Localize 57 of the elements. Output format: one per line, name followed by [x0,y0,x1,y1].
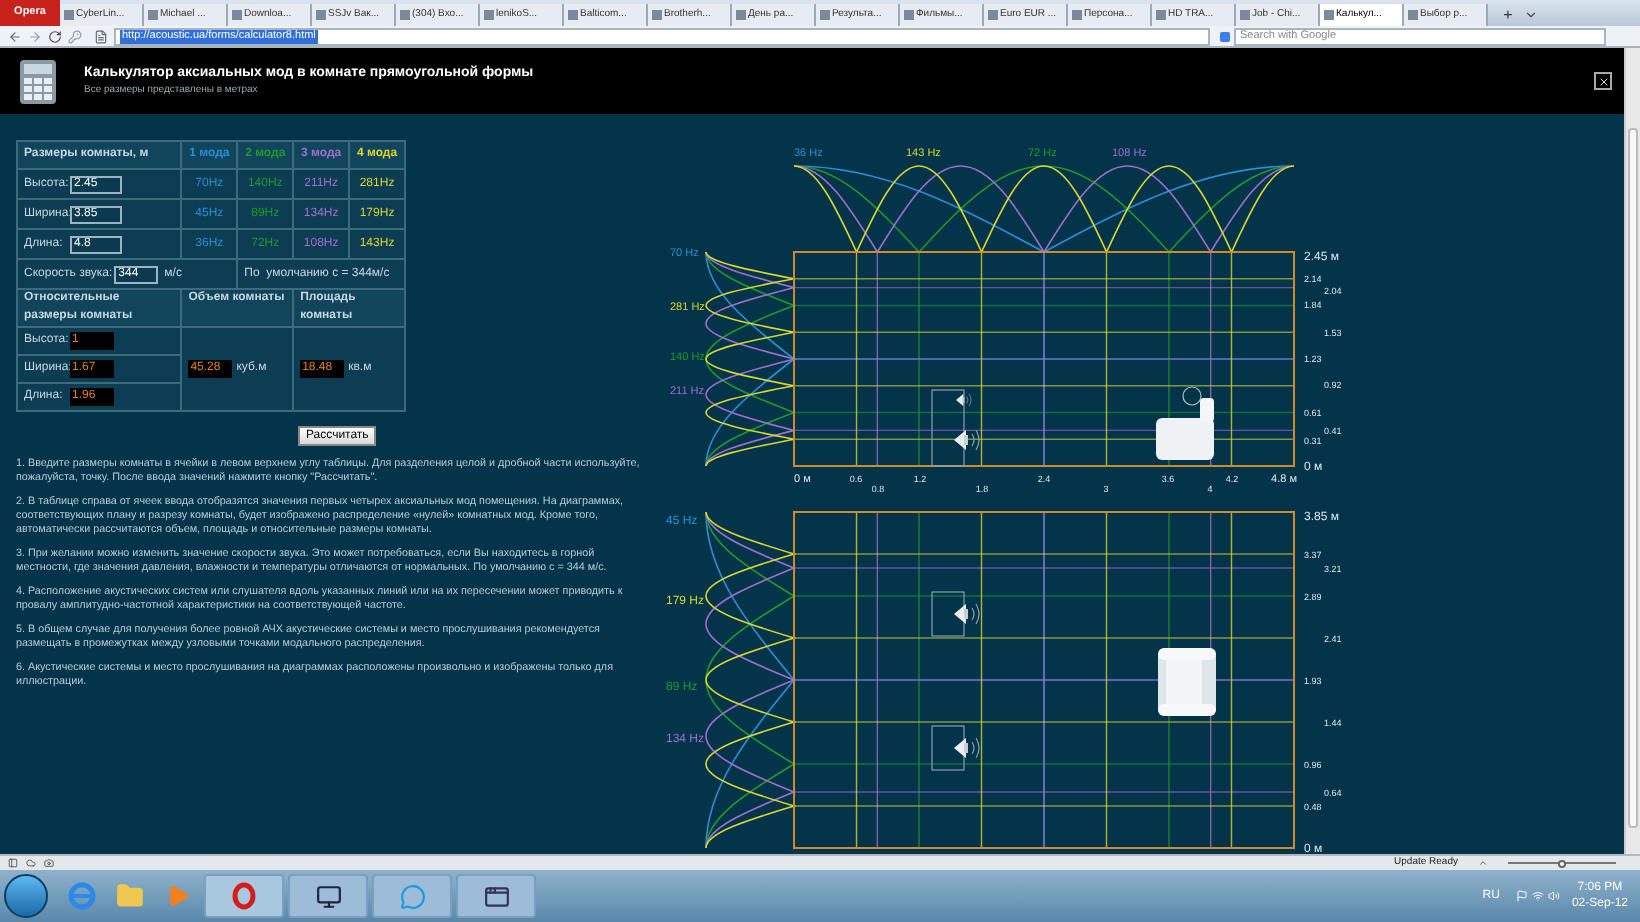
speaker-box [931,591,965,637]
page-icon [736,10,746,20]
globe-icon [68,882,96,910]
scrollbar[interactable] [1624,48,1640,854]
chair-drawing [1156,386,1214,460]
close-button[interactable] [1594,72,1612,90]
reload-icon[interactable] [48,29,62,43]
page-icon [904,10,914,20]
armchair-drawing [1158,648,1216,716]
folder-icon [116,882,144,910]
close-icon [1597,75,1609,87]
search-engine-icon [1220,31,1230,41]
page-icon [64,10,74,20]
speaker-icon [956,393,972,407]
ring-icon [230,882,258,910]
page-icon [652,10,662,20]
page-icon [484,10,494,20]
tab-list-icon[interactable] [1524,8,1538,22]
page-icon [1408,10,1418,20]
forward-icon[interactable] [28,29,42,43]
page-icon [988,10,998,20]
window-icon [483,883,509,909]
key-icon[interactable] [68,29,82,43]
chat-bubble-icon [399,883,425,909]
page-info-icon[interactable] [94,29,108,43]
start-button[interactable] [4,874,48,918]
page-icon [316,10,326,20]
speaker-volume-icon[interactable] [1547,890,1560,902]
speaker-icon [954,737,980,759]
monitor-icon [315,883,341,909]
new-tab-button[interactable]: + [1496,4,1520,26]
page-icon [1072,10,1082,20]
taskbar-button[interactable] [456,874,536,918]
page-icon [148,10,158,20]
speaker-icon [954,429,980,451]
network-icon[interactable] [1531,890,1544,902]
speaker-box [931,725,965,771]
camera-icon[interactable] [44,858,54,868]
play-icon [166,884,190,908]
calculator-icon [20,59,56,103]
cloud-icon[interactable] [26,858,36,868]
speaker-stand [931,389,965,467]
taskbar-button[interactable] [288,874,368,918]
panel-icon[interactable] [8,858,18,868]
page-icon [820,10,830,20]
slider-thumb[interactable] [1558,859,1566,867]
back-icon[interactable] [8,29,22,43]
caret-icon[interactable] [1478,858,1488,868]
page-icon [1240,10,1250,20]
flag-icon[interactable] [1515,890,1528,902]
zoom-slider[interactable] [1508,859,1616,867]
page-icon [232,10,242,20]
page-icon [1324,10,1334,20]
page-icon [568,10,578,20]
speaker-icon [954,603,980,625]
page-icon [400,10,410,20]
page-icon [1156,10,1166,20]
